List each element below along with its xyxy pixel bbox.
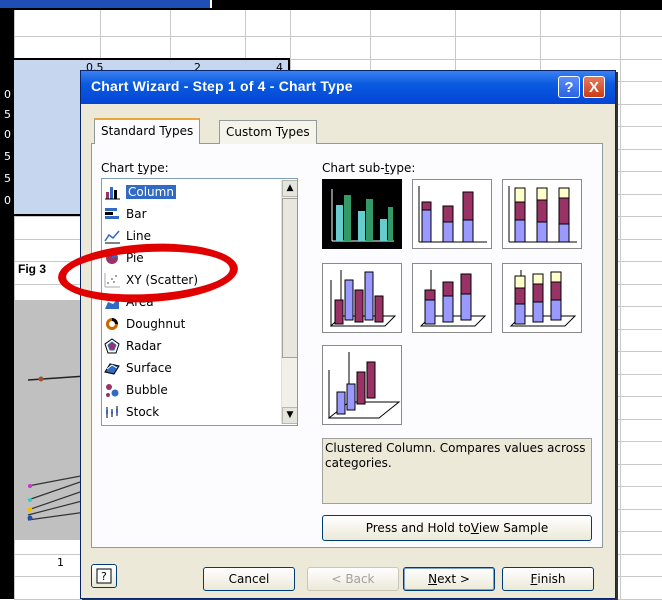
help-question-icon: ? — [96, 568, 112, 584]
chart-type-label: Line — [126, 229, 152, 243]
scroll-thumb[interactable] — [282, 198, 297, 358]
subtype-description: Clustered Column. Compares values across… — [322, 438, 592, 504]
embedded-chart-lines — [27, 375, 87, 521]
chart-type-item-bar[interactable]: Bar — [104, 204, 276, 224]
bubble-chart-icon — [104, 382, 122, 398]
chart-type-item-radar[interactable]: Radar — [104, 336, 276, 356]
subtype-stacked-column[interactable] — [412, 179, 492, 249]
bar-chart-icon — [104, 206, 122, 222]
finish-button[interactable]: Finish — [502, 567, 594, 591]
stock-chart-icon — [104, 404, 122, 420]
dialog-titlebar[interactable]: Chart Wizard - Step 1 of 4 - Chart Type … — [81, 71, 615, 104]
clustered-3d-column-icon — [329, 270, 397, 327]
stacked-3d-column-icon — [419, 270, 487, 327]
percent-stacked-3d-column-icon — [509, 270, 577, 327]
column-chart-icon — [104, 184, 122, 200]
line-chart-icon — [104, 228, 122, 244]
subtype-clustered-column[interactable] — [322, 179, 402, 249]
embedded-chart-title: Fig 3 — [18, 262, 47, 276]
office-assistant-help-button[interactable]: ? — [91, 564, 117, 588]
clustered-column-icon — [331, 189, 394, 242]
cancel-button[interactable]: Cancel — [203, 567, 295, 591]
svg-text:?: ? — [101, 570, 107, 583]
stacked-column-icon — [418, 186, 487, 243]
chart-type-label: Doughnut — [126, 317, 186, 331]
tab-custom-types[interactable]: Custom Types — [219, 120, 317, 144]
tab-label: Standard Types — [101, 124, 194, 138]
chart-type-item-doughnut[interactable]: Doughnut — [104, 314, 276, 334]
chart-type-label: Stock — [126, 405, 160, 419]
chart-type-item-surface[interactable]: Surface — [104, 358, 276, 378]
chart-wizard-dialog: Chart Wizard - Step 1 of 4 - Chart Type … — [80, 70, 616, 599]
percent-stacked-column-icon — [508, 186, 577, 243]
press-hold-view-sample-button[interactable]: Press and Hold to View Sample — [322, 515, 592, 541]
surface-chart-icon — [104, 360, 122, 376]
chart-type-label: Chart type: — [101, 161, 169, 175]
grid-column-line — [620, 10, 621, 599]
subtype-100-stacked-column[interactable] — [502, 179, 582, 249]
grid-row-line — [14, 36, 662, 37]
column-3d-icon — [327, 352, 401, 419]
row-fragment: 5 — [4, 108, 11, 121]
chart-type-label: Column — [126, 185, 176, 199]
chart-type-label: Radar — [126, 339, 162, 353]
subtype-3d-stacked-column[interactable] — [412, 263, 492, 333]
close-icon: X — [588, 78, 599, 96]
dialog-title: Chart Wizard - Step 1 of 4 - Chart Type — [91, 78, 353, 94]
chart-type-scrollbar[interactable]: ▲ ▼ — [281, 180, 297, 424]
chart-type-item-line[interactable]: Line — [104, 226, 276, 246]
subtype-3d-column[interactable] — [322, 345, 402, 425]
chart-type-label: Surface — [126, 361, 172, 375]
sheet-active-strip — [0, 0, 212, 8]
row-fragment: 0 — [4, 194, 11, 207]
tab-standard-types[interactable]: Standard Types — [94, 118, 201, 144]
chart-type-item-bubble[interactable]: Bubble — [104, 380, 276, 400]
radar-chart-icon — [104, 338, 122, 354]
next-button[interactable]: Next > — [403, 567, 495, 591]
embedded-chart-plot[interactable] — [14, 300, 87, 540]
chart-type-item-column[interactable]: Column — [104, 182, 276, 202]
subtype-3d-100-stacked-column[interactable] — [502, 263, 582, 333]
axis-tick-label: 1 — [57, 556, 64, 569]
back-button[interactable]: < Back — [307, 567, 399, 591]
row-fragment: 0 — [4, 128, 11, 141]
titlebar-help-button[interactable]: ? — [558, 76, 580, 98]
tab-label: Custom Types — [226, 125, 310, 139]
row-fragment: 5 — [4, 150, 11, 163]
scroll-up-icon[interactable]: ▲ — [282, 180, 297, 197]
chart-type-item-stock[interactable]: Stock — [104, 402, 276, 422]
titlebar-close-button[interactable]: X — [583, 76, 605, 98]
doughnut-chart-icon — [104, 316, 122, 332]
row-fragment: 0 — [4, 88, 11, 101]
row-fragment: 5 — [4, 172, 11, 185]
chart-type-label: Bar — [126, 207, 147, 221]
subtype-3d-clustered-column[interactable] — [322, 263, 402, 333]
question-icon: ? — [564, 78, 574, 96]
chart-subtype-label: Chart sub-type: — [322, 161, 416, 175]
chart-type-label: Bubble — [126, 383, 168, 397]
scroll-down-icon[interactable]: ▼ — [282, 407, 297, 424]
